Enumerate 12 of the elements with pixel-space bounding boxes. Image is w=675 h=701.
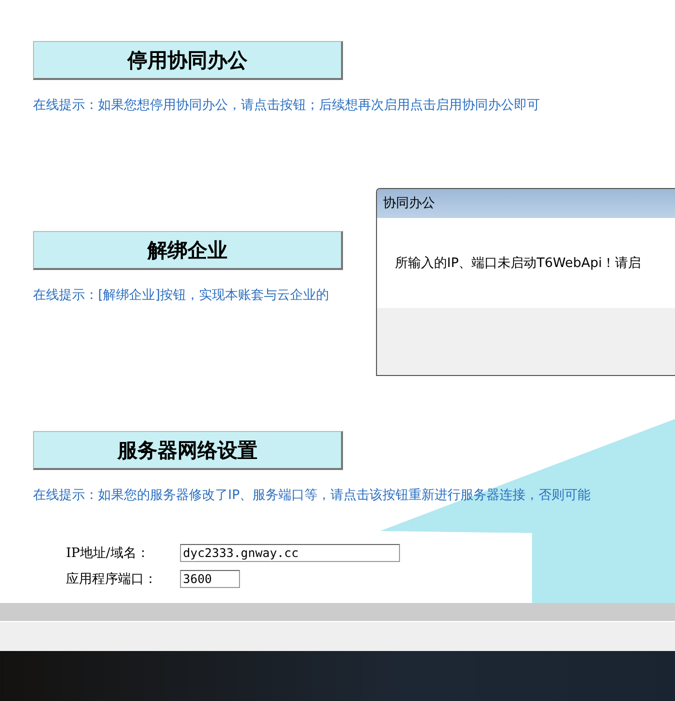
action-button[interactable]: 停用协同办公 — [33, 41, 343, 80]
field-label: 应用程序端口： — [66, 571, 158, 588]
action-button[interactable]: 服务器网络设置 — [33, 431, 343, 470]
dialog-message: 所输入的IP、端口未启动T6WebApi！请启 — [395, 255, 641, 272]
input-field[interactable]: dyc2333.gnway.cc — [180, 544, 400, 562]
hint-text: 在线提示：[解绑企业]按钮，实现本账套与云企业的 — [33, 287, 330, 304]
dialog-title: 协同办公 — [377, 189, 675, 218]
hint-text: 在线提示：如果您想停用协同办公，请点击按钮；后续想再次启用点击启用协同办公即可 — [33, 97, 541, 114]
action-button[interactable]: 解绑企业 — [33, 231, 343, 270]
input-field[interactable]: 3600 — [180, 570, 240, 588]
hint-text: 在线提示：如果您的服务器修改了IP、服务端口等，请点击该按钮重新进行服务器连接，否则可能 — [33, 487, 592, 504]
field-label: IP地址/域名： — [66, 545, 150, 562]
